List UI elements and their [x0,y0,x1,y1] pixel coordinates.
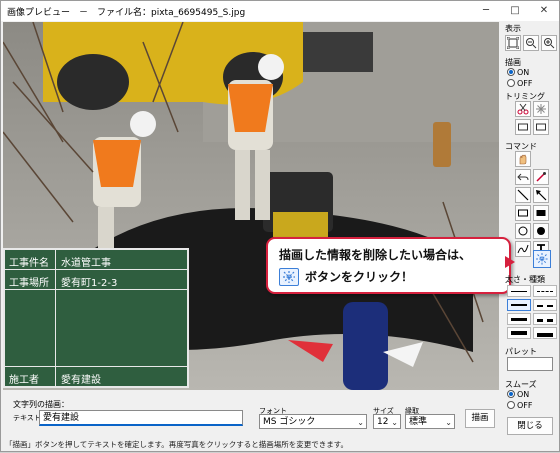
hand-tool-button[interactable] [515,151,531,167]
line-width-2[interactable] [507,299,531,311]
draw-off-radio[interactable]: OFF [507,79,533,88]
freehand-tool-button[interactable] [515,241,531,257]
text-input[interactable]: 愛有建設 [39,410,243,426]
eraser-icon [536,253,548,265]
hand-icon [519,154,527,165]
smooth-off-radio[interactable]: OFF [507,401,533,410]
zoom-out-button[interactable] [523,35,539,51]
freehand-icon [517,244,529,254]
construction-blackboard[interactable]: 工事件名 水道管工事 工事場所 愛有町1-2-3 施工者 愛有建設 [3,248,189,388]
text-label: テキスト [13,414,41,422]
callout-line2: ボタンをクリック！ [279,267,414,287]
zoom-out-icon [526,38,537,49]
frame-alt-icon [536,123,546,131]
board-row: 工事件名 水道管工事 [5,250,187,270]
scissors-icon [517,103,529,115]
clear-drawing-button[interactable] [533,250,551,268]
undo-icon [517,173,529,181]
line-width-4[interactable] [507,327,531,339]
palette-swatch[interactable] [507,357,553,371]
board-value: 水道管工事 [61,258,111,269]
line-dash-2[interactable] [533,299,557,311]
chevron-down-icon: ⌄ [391,418,398,427]
tool-sidebar: 表示 描画 ON OFF トリミング コマンド 太さ・種類 パレット スムーズ … [501,21,559,453]
callout-line1: 描画した情報を削除したい場合は、 [279,248,472,262]
eraser-icon [279,267,299,286]
scissors-button[interactable] [515,101,531,117]
zoom-in-icon [544,38,555,49]
callout-line2-text: ボタンをクリック！ [305,270,414,284]
size-select[interactable]: 12 ⌄ [373,414,401,429]
chevron-down-icon: ⌄ [445,418,452,427]
border-select[interactable]: 標準 ⌄ [405,414,455,429]
draw-label: 描画 [505,58,521,67]
line-dash-4[interactable] [533,327,557,339]
undo-button[interactable] [515,169,531,185]
close-button[interactable]: 閉じる [507,417,553,435]
image-preview-window: 画像プレビュー － ファイル名：pixta_6695495_S.jpg ─ □ … [0,0,560,452]
draw-button[interactable]: 描画 [465,409,495,428]
minimize-button[interactable]: ─ [471,1,501,21]
string-draw-panel: 文字列の描画： テキスト 愛有建設 フォント MS ゴシック ⌄ サイズ 12 ⌄ … [1,392,499,434]
font-select[interactable]: MS ゴシック ⌄ [259,414,367,429]
sparkle-icon [536,104,546,114]
ellipse-tool-button[interactable] [515,223,531,239]
trim-reset-button[interactable] [533,101,549,117]
chevron-down-icon: ⌄ [357,418,364,427]
filled-ellipse-icon [537,227,545,235]
line-dash-1[interactable] [533,285,557,297]
smooth-on-radio[interactable]: ON [507,390,529,399]
filled-rectangle-icon [536,210,546,216]
board-row: 施工者 愛有建設 [5,367,187,386]
board-label: 施工者 [9,375,39,386]
filled-ellipse-tool-button[interactable] [533,223,549,239]
arrow-icon [536,190,547,201]
board-value: 愛有町1-2-3 [61,278,118,289]
status-text: 「描画」ボタンを押してテキストを確定します。再度写真をクリックすると描画場所を変… [5,440,349,449]
eyedropper-button[interactable] [533,169,549,185]
ellipse-icon [518,226,528,236]
filled-rectangle-tool-button[interactable] [533,205,549,221]
board-row-blank [5,290,187,367]
maximize-button[interactable]: □ [500,1,530,21]
help-callout: 描画した情報を削除したい場合は、 ボタンをクリック！ [266,237,511,294]
rectangle-tool-button[interactable] [515,205,531,221]
close-window-button[interactable]: ✕ [529,1,559,21]
title-bar: 画像プレビュー － ファイル名：pixta_6695495_S.jpg ─ □ … [1,1,559,21]
smooth-label: スムーズ [505,380,537,389]
line-tool-button[interactable] [515,187,531,203]
eyedropper-icon [536,172,546,182]
frame-icon [518,123,528,131]
board-label: 工事件名 [9,258,49,269]
fit-screen-button[interactable] [505,35,521,51]
window-title: 画像プレビュー － ファイル名：pixta_6695495_S.jpg [7,8,246,18]
thickness-label: 太さ・種類 [505,275,545,284]
string-draw-label: 文字列の描画： [13,400,69,409]
line-width-1[interactable] [507,285,531,297]
board-label: 工事場所 [9,278,49,289]
trim-frame-alt-button[interactable] [533,119,549,135]
draw-on-radio[interactable]: ON [507,68,529,77]
trim-frame-button[interactable] [515,119,531,135]
fit-icon [507,37,519,49]
line-width-3[interactable] [507,313,531,325]
board-value: 愛有建設 [61,375,101,386]
zoom-in-button[interactable] [541,35,557,51]
board-row: 工事場所 愛有町1-2-3 [5,270,187,290]
rectangle-icon [518,209,528,217]
line-icon [517,189,529,201]
arrow-tool-button[interactable] [533,187,549,203]
line-dash-3[interactable] [533,313,557,325]
display-label: 表示 [505,24,521,33]
palette-label: パレット [505,347,537,356]
